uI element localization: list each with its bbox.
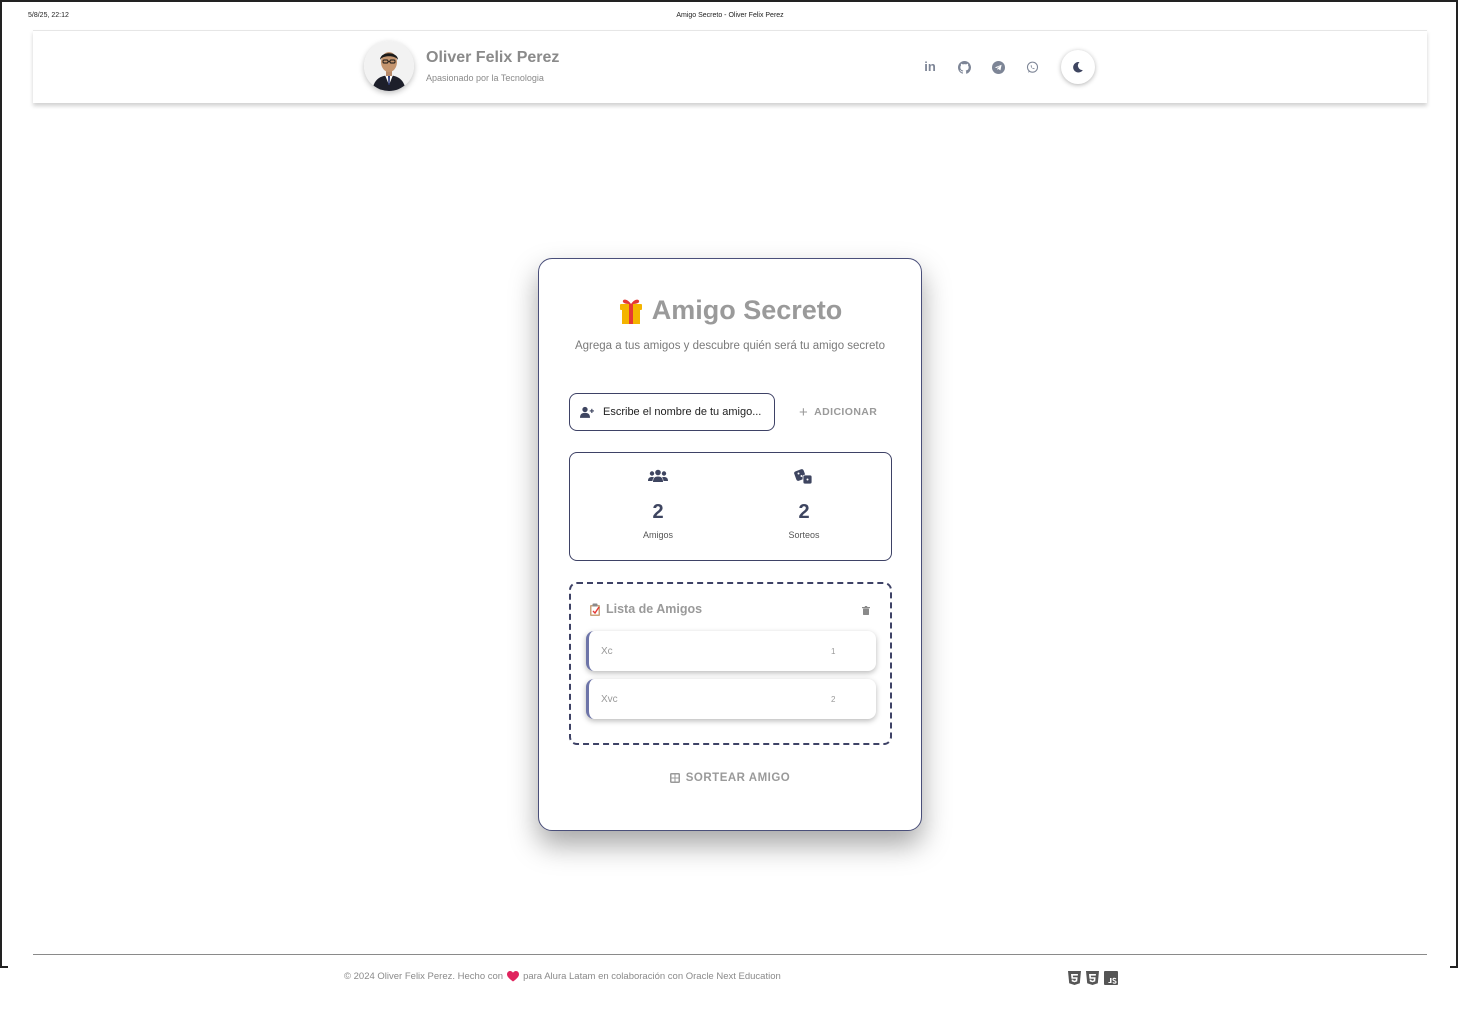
- friend-list-item[interactable]: Xvc 2: [586, 679, 876, 719]
- stats-panel: 2 Amigos 2 Sorteos: [569, 452, 892, 561]
- avatar-photo: [364, 41, 414, 91]
- card-title: Amigo Secreto: [651, 295, 843, 325]
- user-plus-icon: [580, 406, 594, 418]
- frame-corner: [1450, 966, 1458, 968]
- brand-tagline: Apasionado por la Tecnologia: [426, 73, 544, 83]
- friend-list-item[interactable]: Xc 1: [586, 631, 876, 671]
- users-icon: [648, 469, 668, 482]
- gift-icon: [619, 299, 642, 324]
- draw-friend-label: SORTEAR AMIGO: [685, 772, 791, 784]
- friend-index: 2: [831, 694, 836, 704]
- heart-icon: [507, 971, 520, 982]
- github-icon[interactable]: [956, 59, 972, 75]
- whatsapp-icon[interactable]: [1024, 59, 1040, 75]
- shuffle-icon: [669, 773, 680, 783]
- moon-icon: [1073, 62, 1083, 73]
- dice-icon: [794, 469, 813, 485]
- add-friend-button[interactable]: + ADICIONAR: [793, 399, 883, 425]
- linkedin-icon[interactable]: in: [922, 58, 938, 74]
- clipboard-icon: [590, 603, 600, 616]
- friend-name: Xvc: [601, 693, 618, 705]
- avatar: [364, 41, 414, 91]
- plus-icon: +: [799, 403, 809, 421]
- card-subtitle: Agrega a tus amigos y descubre quién ser…: [574, 340, 886, 352]
- footer-text-before: © 2024 Oliver Felix Perez. Hecho con: [344, 971, 504, 982]
- draws-count-label: Sorteos: [788, 530, 820, 540]
- friend-name-input[interactable]: [603, 406, 763, 418]
- telegram-icon[interactable]: [990, 59, 1006, 75]
- site-header: Oliver Felix Perez Apasionado por la Tec…: [33, 30, 1427, 103]
- friend-name-field[interactable]: [569, 393, 775, 431]
- trash-icon: [862, 605, 870, 615]
- css3-icon: [1086, 971, 1099, 985]
- footer-credits: © 2024 Oliver Felix Perez. Hecho con par…: [344, 971, 781, 982]
- theme-toggle-button[interactable]: [1061, 50, 1095, 84]
- friends-list-header: Lista de Amigos: [589, 602, 702, 616]
- clear-list-button[interactable]: [860, 604, 872, 616]
- friend-name: Xc: [601, 645, 613, 657]
- stat-draws: 2 Sorteos: [754, 469, 854, 540]
- draw-friend-button[interactable]: SORTEAR AMIGO: [539, 771, 921, 785]
- card-title-row: Amigo Secreto: [539, 295, 921, 326]
- stat-friends: 2 Amigos: [608, 469, 708, 540]
- add-friend-label: ADICIONAR: [814, 406, 878, 418]
- footer-divider: [33, 954, 1427, 955]
- print-title: Amigo Secreto - Oliver Felix Perez: [676, 12, 784, 19]
- friend-index: 1: [831, 646, 836, 656]
- frame-corner: [0, 966, 8, 968]
- secret-friend-card: Amigo Secreto Agrega a tus amigos y desc…: [538, 258, 922, 831]
- draws-count: 2: [798, 501, 810, 523]
- friends-list-title: Lista de Amigos: [606, 602, 703, 616]
- friends-count: 2: [652, 501, 664, 523]
- brand-name: Oliver Felix Perez: [426, 49, 560, 66]
- friends-list-panel: Lista de Amigos Xc 1 Xvc 2: [569, 582, 892, 745]
- tech-icons: [1068, 971, 1118, 985]
- footer-text-after: para Alura Latam en colaboración con Ora…: [523, 971, 781, 982]
- js-icon: [1104, 971, 1118, 985]
- friends-count-label: Amigos: [642, 530, 673, 540]
- html5-icon: [1068, 971, 1081, 985]
